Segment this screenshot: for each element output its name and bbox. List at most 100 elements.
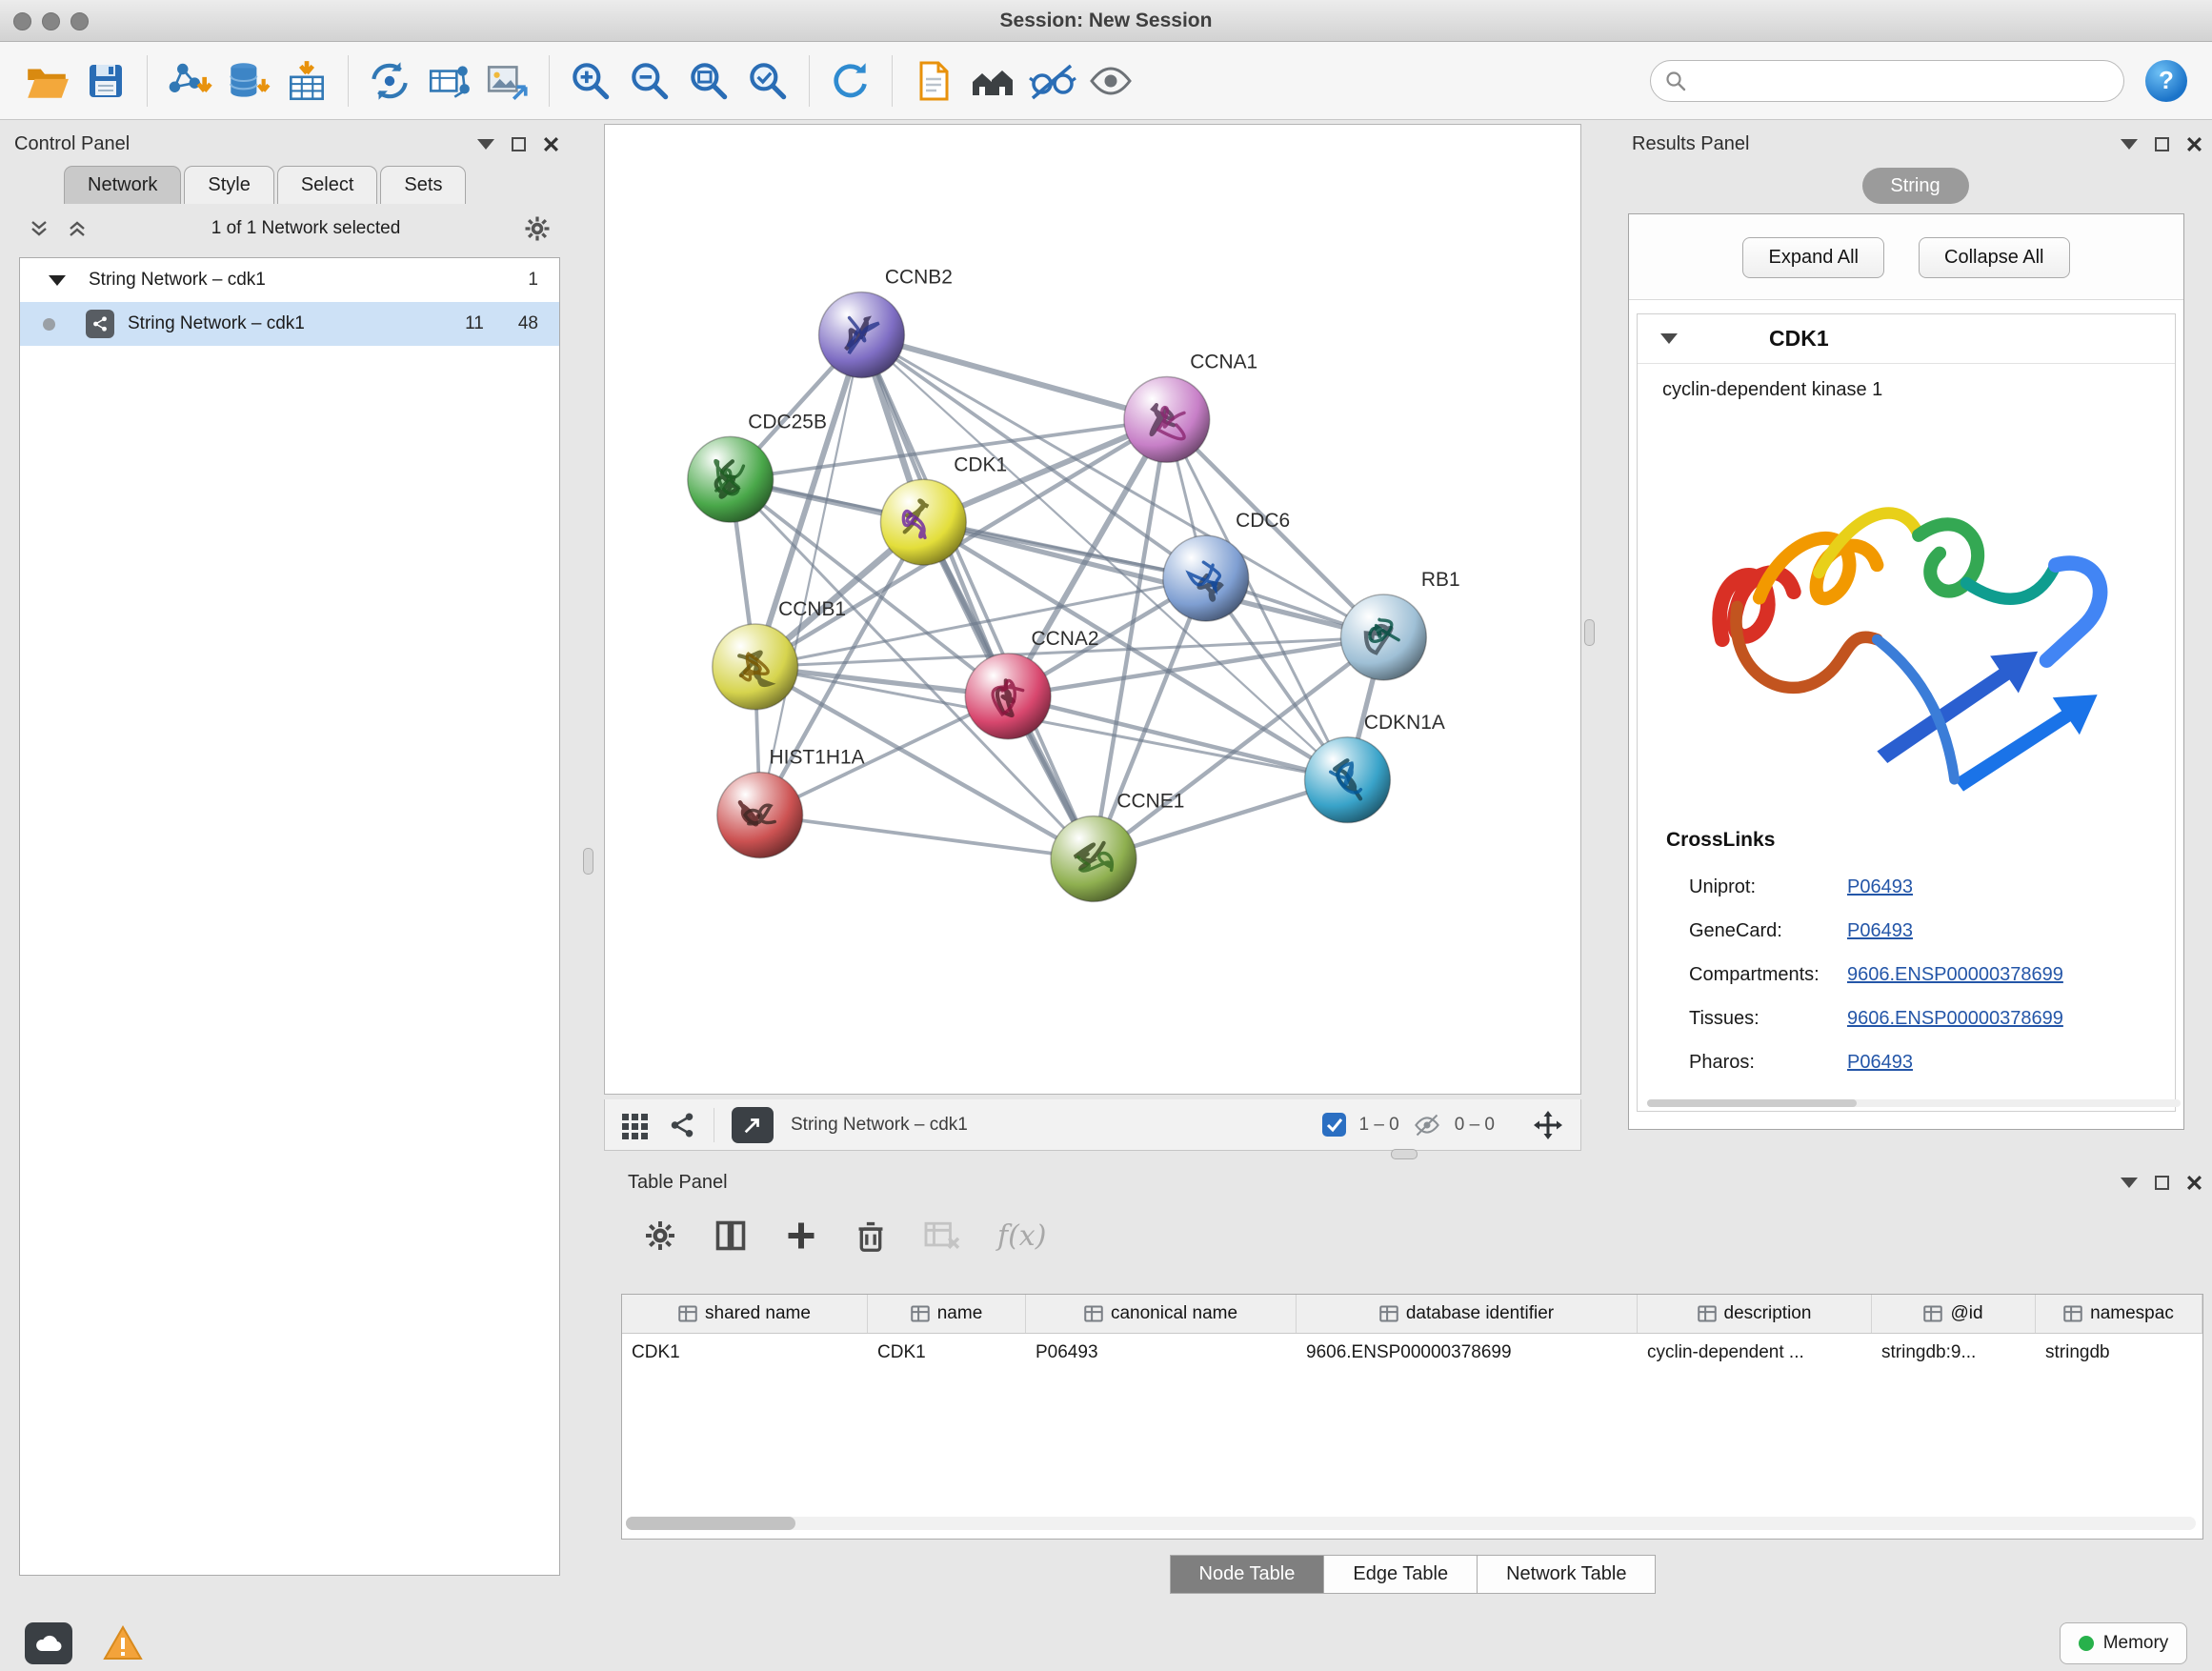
network-table-tool-button[interactable] [419, 50, 478, 111]
window-zoom-button[interactable] [70, 12, 89, 30]
table-row[interactable]: CDK1CDK1P064939606.ENSP00000378699cyclin… [622, 1334, 2202, 1372]
expand-all-button[interactable]: Expand All [1742, 237, 1884, 278]
network-node-CCNB2[interactable] [819, 292, 905, 378]
network-canvas[interactable]: CCNB2CCNA1CDC25BCDK1CDC6RB1CCNB1CCNA2CDK… [604, 124, 1581, 1095]
table-horizontal-scrollbar[interactable] [626, 1517, 2196, 1530]
tab-edge-table[interactable]: Edge Table [1323, 1555, 1478, 1594]
hidden-eye-slash-icon[interactable] [1411, 1112, 1443, 1138]
memory-button[interactable]: Memory [2060, 1622, 2187, 1664]
node-label: CDK1 [954, 453, 1007, 475]
network-from-selection-button[interactable] [360, 50, 419, 111]
panel-float-icon[interactable] [2155, 1176, 2169, 1190]
network-node-CCNA1[interactable] [1124, 376, 1210, 462]
panel-float-icon[interactable] [2155, 137, 2169, 151]
network-node-CDK1[interactable] [880, 479, 966, 565]
network-edge[interactable] [760, 815, 1094, 859]
panel-close-icon[interactable] [543, 136, 559, 152]
table-settings-gear-icon[interactable] [643, 1218, 677, 1253]
collapse-all-button[interactable]: Collapse All [1919, 237, 2070, 278]
table-panel-title: Table Panel [628, 1172, 728, 1194]
network-edge[interactable] [760, 335, 862, 815]
crosslink-link[interactable]: P06493 [1847, 876, 1913, 898]
network-row-selected[interactable]: String Network – cdk1 11 48 [20, 302, 559, 346]
gear-icon[interactable] [523, 214, 552, 243]
import-table-file-button[interactable] [277, 50, 336, 111]
network-edge[interactable] [861, 335, 1094, 859]
column-header-name[interactable]: name [868, 1295, 1026, 1333]
search-input[interactable] [1687, 70, 2110, 91]
network-node-CDKN1A[interactable] [1305, 737, 1391, 823]
selected-checkbox-icon[interactable] [1321, 1112, 1347, 1137]
share-network-icon[interactable] [668, 1111, 696, 1139]
crosslink-link[interactable]: 9606.ENSP00000378699 [1847, 1008, 2063, 1030]
panel-menu-icon[interactable] [2121, 1178, 2138, 1188]
open-session-button[interactable] [17, 50, 76, 111]
tab-string[interactable]: String [1862, 168, 1969, 204]
network-node-CCNB1[interactable] [713, 624, 798, 710]
save-session-button[interactable] [76, 50, 135, 111]
show-columns-icon[interactable] [714, 1218, 748, 1253]
column-type-icon [1923, 1304, 1942, 1323]
window-minimize-button[interactable] [42, 12, 60, 30]
panel-menu-icon[interactable] [477, 139, 494, 150]
tab-style[interactable]: Style [184, 166, 273, 204]
expand-all-chevron-icon[interactable] [66, 217, 89, 240]
tab-network-table[interactable]: Network Table [1477, 1555, 1656, 1594]
network-collection-row[interactable]: String Network – cdk1 1 [20, 258, 559, 302]
tab-select[interactable]: Select [277, 166, 378, 204]
results-panel-title: Results Panel [1632, 133, 1749, 155]
left-splitter-handle[interactable] [583, 848, 593, 875]
report-document-button[interactable] [904, 50, 963, 111]
column-header-description[interactable]: description [1638, 1295, 1872, 1333]
tab-network[interactable]: Network [64, 166, 181, 204]
zoom-fit-button[interactable] [679, 50, 738, 111]
refresh-button[interactable] [821, 50, 880, 111]
right-splitter-handle[interactable] [1584, 619, 1595, 646]
column-header--id[interactable]: @id [1872, 1295, 2036, 1333]
panel-close-icon[interactable] [2186, 1175, 2202, 1191]
tree-expand-icon[interactable] [49, 275, 66, 286]
open-in-browser-button[interactable] [732, 1107, 774, 1143]
hide-glasses-button[interactable] [1022, 50, 1081, 111]
warning-icon[interactable] [103, 1625, 143, 1661]
column-header-canonical-name[interactable]: canonical name [1026, 1295, 1297, 1333]
crosslink-link[interactable]: P06493 [1847, 920, 1913, 942]
window-close-button[interactable] [13, 12, 31, 30]
show-eye-button[interactable] [1081, 50, 1140, 111]
help-button[interactable]: ? [2145, 60, 2187, 102]
zoom-selected-button[interactable] [738, 50, 797, 111]
network-node-CCNA2[interactable] [965, 654, 1051, 739]
column-header-shared-name[interactable]: shared name [622, 1295, 868, 1333]
pan-move-icon[interactable] [1531, 1108, 1565, 1142]
birds-eye-view-icon[interactable] [620, 1110, 651, 1140]
network-node-CDC25B[interactable] [688, 436, 774, 522]
panel-float-icon[interactable] [512, 137, 526, 151]
search-box[interactable] [1650, 60, 2124, 102]
tab-sets[interactable]: Sets [380, 166, 466, 204]
delete-trash-icon[interactable] [855, 1218, 887, 1253]
add-column-plus-icon[interactable] [784, 1218, 818, 1253]
string-home-button[interactable] [963, 50, 1022, 111]
crosslink-link[interactable]: 9606.ENSP00000378699 [1847, 964, 2063, 986]
zoom-out-button[interactable] [620, 50, 679, 111]
import-network-database-button[interactable] [218, 50, 277, 111]
panel-close-icon[interactable] [2186, 136, 2202, 152]
cloud-button[interactable] [25, 1622, 72, 1664]
network-node-CDC6[interactable] [1163, 535, 1249, 621]
table-body: CDK1CDK1P064939606.ENSP00000378699cyclin… [622, 1334, 2202, 1372]
network-node-HIST1H1A[interactable] [717, 773, 803, 858]
column-header-namespac[interactable]: namespac [2036, 1295, 2202, 1333]
tab-node-table[interactable]: Node Table [1170, 1555, 1325, 1594]
panel-menu-icon[interactable] [2121, 139, 2138, 150]
horizontal-splitter-handle[interactable] [1391, 1149, 1418, 1159]
column-header-database-identifier[interactable]: database identifier [1297, 1295, 1638, 1333]
collapse-all-chevron-icon[interactable] [28, 217, 50, 240]
crosslink-link[interactable]: P06493 [1847, 1052, 1913, 1074]
results-horizontal-scrollbar[interactable] [1647, 1099, 2181, 1107]
network-node-CCNE1[interactable] [1051, 816, 1136, 902]
section-collapse-icon[interactable] [1660, 333, 1678, 344]
import-network-file-button[interactable] [159, 50, 218, 111]
export-image-button[interactable] [478, 50, 537, 111]
zoom-in-button[interactable] [561, 50, 620, 111]
network-node-RB1[interactable] [1340, 594, 1426, 680]
